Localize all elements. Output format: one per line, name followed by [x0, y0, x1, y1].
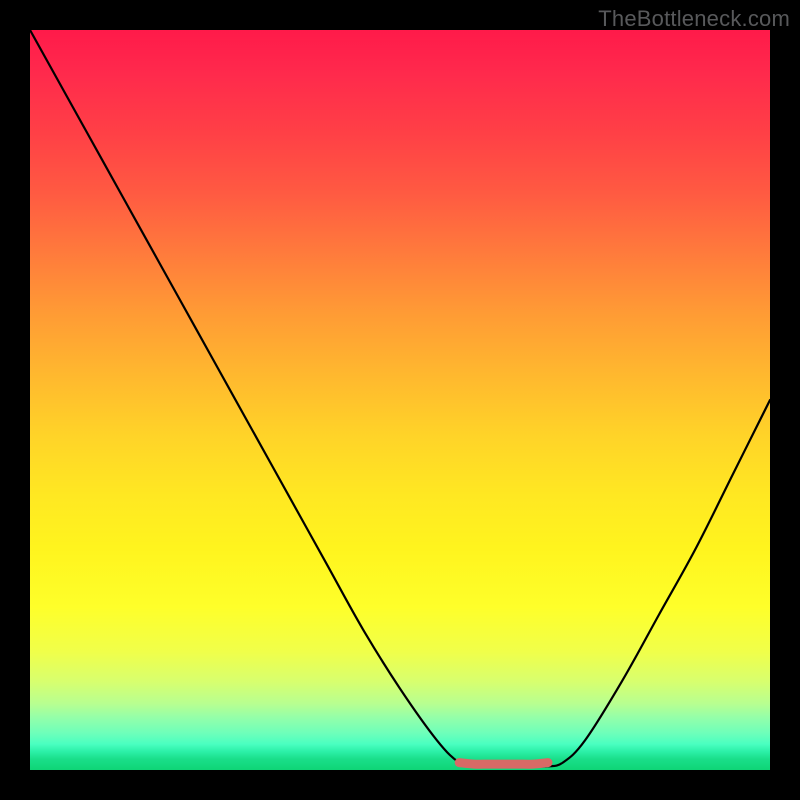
chart-container: TheBottleneck.com	[0, 0, 800, 800]
marker-segment-path	[459, 763, 548, 765]
curve-svg	[30, 30, 770, 770]
main-curve-path	[30, 30, 770, 767]
watermark-text: TheBottleneck.com	[598, 6, 790, 32]
plot-area	[30, 30, 770, 770]
